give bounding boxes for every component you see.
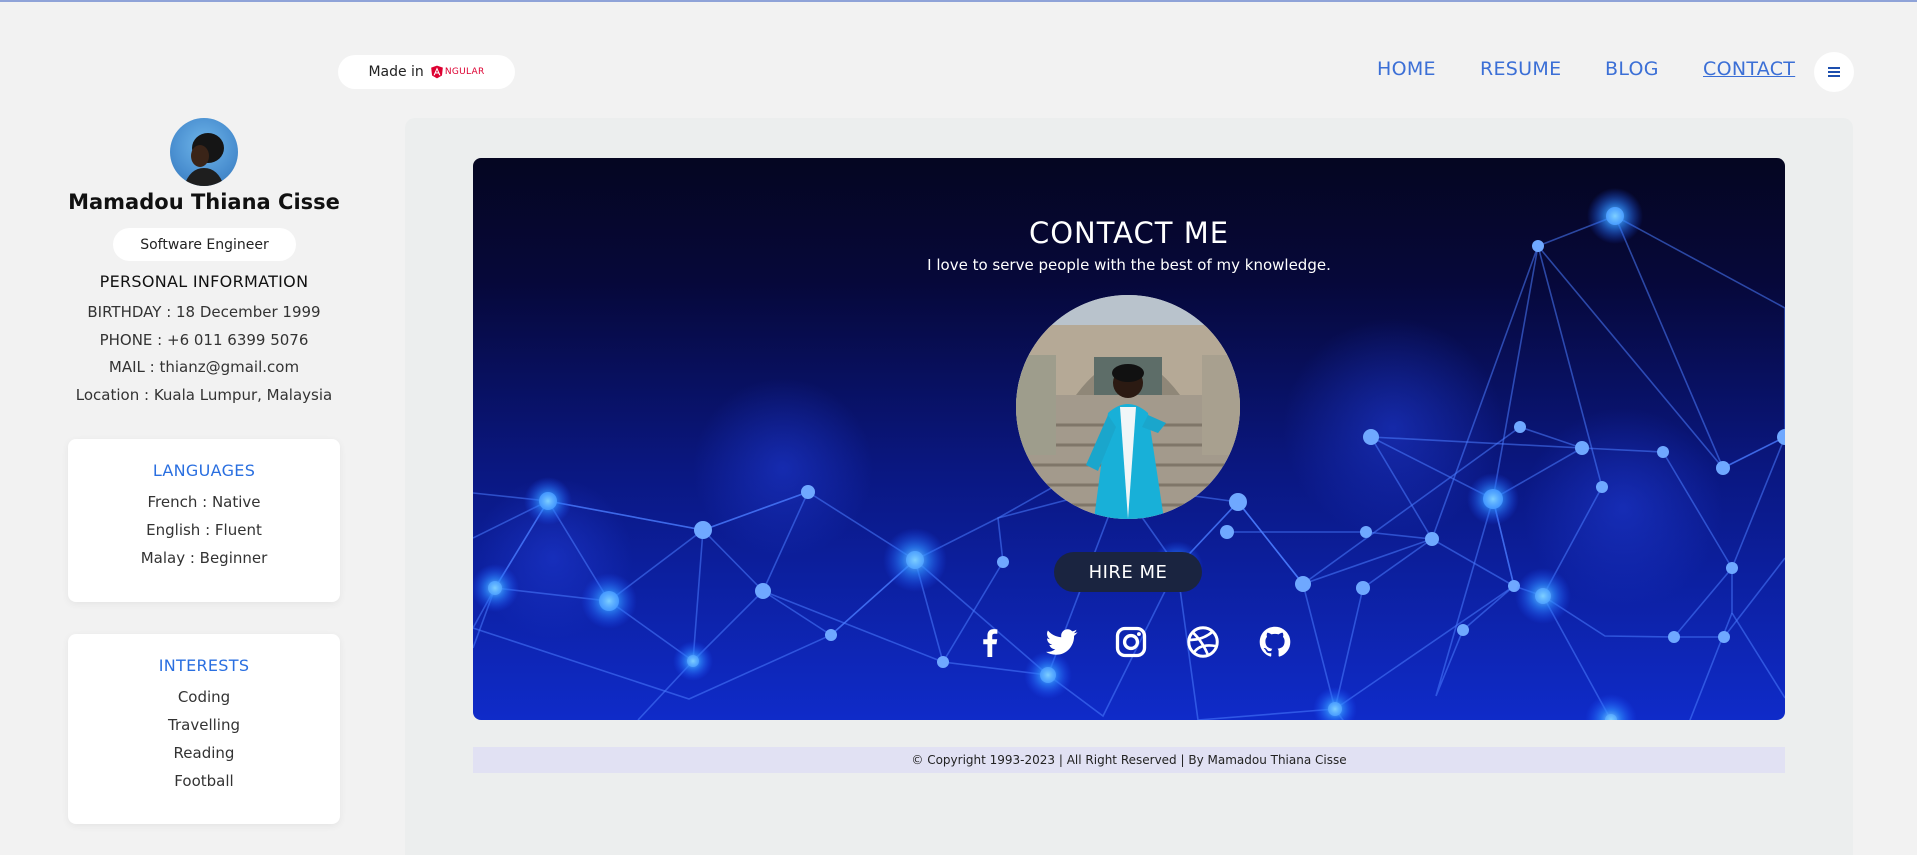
birthday-text: BIRTHDAY : 18 December 1999 bbox=[87, 303, 321, 321]
nav-blog[interactable]: BLOG bbox=[1605, 58, 1659, 80]
footer: © Copyright 1993-2023 | All Right Reserv… bbox=[473, 747, 1785, 773]
phone-text: PHONE : +6 011 6399 5076 bbox=[99, 331, 309, 349]
hamburger-icon bbox=[1828, 67, 1840, 77]
language-item: English : Fluent bbox=[146, 521, 262, 539]
angular-wordmark: NGULAR bbox=[444, 67, 485, 77]
twitter-link[interactable] bbox=[1041, 622, 1081, 662]
menu-button[interactable] bbox=[1814, 52, 1854, 92]
interests-title: INTERESTS bbox=[158, 656, 250, 675]
nav-contact[interactable]: CONTACT bbox=[1703, 58, 1795, 80]
top-border bbox=[0, 0, 1917, 2]
location-text: Location : Kuala Lumpur, Malaysia bbox=[75, 386, 333, 404]
interest-item: Reading bbox=[173, 744, 235, 762]
contact-photo bbox=[1016, 295, 1240, 519]
nav-resume[interactable]: RESUME bbox=[1480, 58, 1561, 80]
github-link[interactable] bbox=[1255, 622, 1295, 662]
contact-title: CONTACT ME bbox=[1028, 216, 1230, 250]
twitter-icon bbox=[1046, 629, 1078, 655]
hire-me-button[interactable]: HIRE ME bbox=[1054, 552, 1202, 592]
personal-info-title: PERSONAL INFORMATION bbox=[99, 272, 309, 291]
mail-text: MAIL : thianz@gmail.com bbox=[108, 358, 300, 376]
interest-item: Travelling bbox=[168, 716, 240, 734]
instagram-link[interactable] bbox=[1111, 622, 1151, 662]
language-item: French : Native bbox=[147, 493, 261, 511]
instagram-icon bbox=[1115, 626, 1147, 658]
dribbble-icon bbox=[1187, 626, 1219, 658]
facebook-link[interactable] bbox=[970, 622, 1010, 662]
language-item: Malay : Beginner bbox=[140, 549, 268, 567]
made-in-badge: Made in NGULAR bbox=[338, 55, 515, 89]
github-icon bbox=[1259, 626, 1291, 657]
contact-hero: CONTACT ME I love to serve people with t… bbox=[473, 158, 1785, 720]
languages-card: LANGUAGES French : Native English : Flue… bbox=[68, 439, 340, 602]
facebook-icon bbox=[983, 629, 998, 657]
angular-icon bbox=[430, 65, 443, 79]
profile-name: Mamadou Thiana Cisse bbox=[68, 190, 340, 214]
interest-item: Football bbox=[174, 772, 234, 790]
interests-card: INTERESTS Coding Travelling Reading Foot… bbox=[68, 634, 340, 824]
interest-item: Coding bbox=[177, 688, 231, 706]
contact-subtitle: I love to serve people with the best of … bbox=[927, 256, 1331, 274]
social-links bbox=[473, 622, 1785, 662]
nav-home[interactable]: HOME bbox=[1377, 58, 1436, 80]
dribbble-link[interactable] bbox=[1183, 622, 1223, 662]
made-in-label: Made in bbox=[368, 64, 424, 80]
role-badge: Software Engineer bbox=[113, 228, 296, 261]
avatar bbox=[170, 118, 238, 186]
angular-logo: NGULAR bbox=[430, 65, 485, 79]
languages-title: LANGUAGES bbox=[152, 461, 256, 480]
